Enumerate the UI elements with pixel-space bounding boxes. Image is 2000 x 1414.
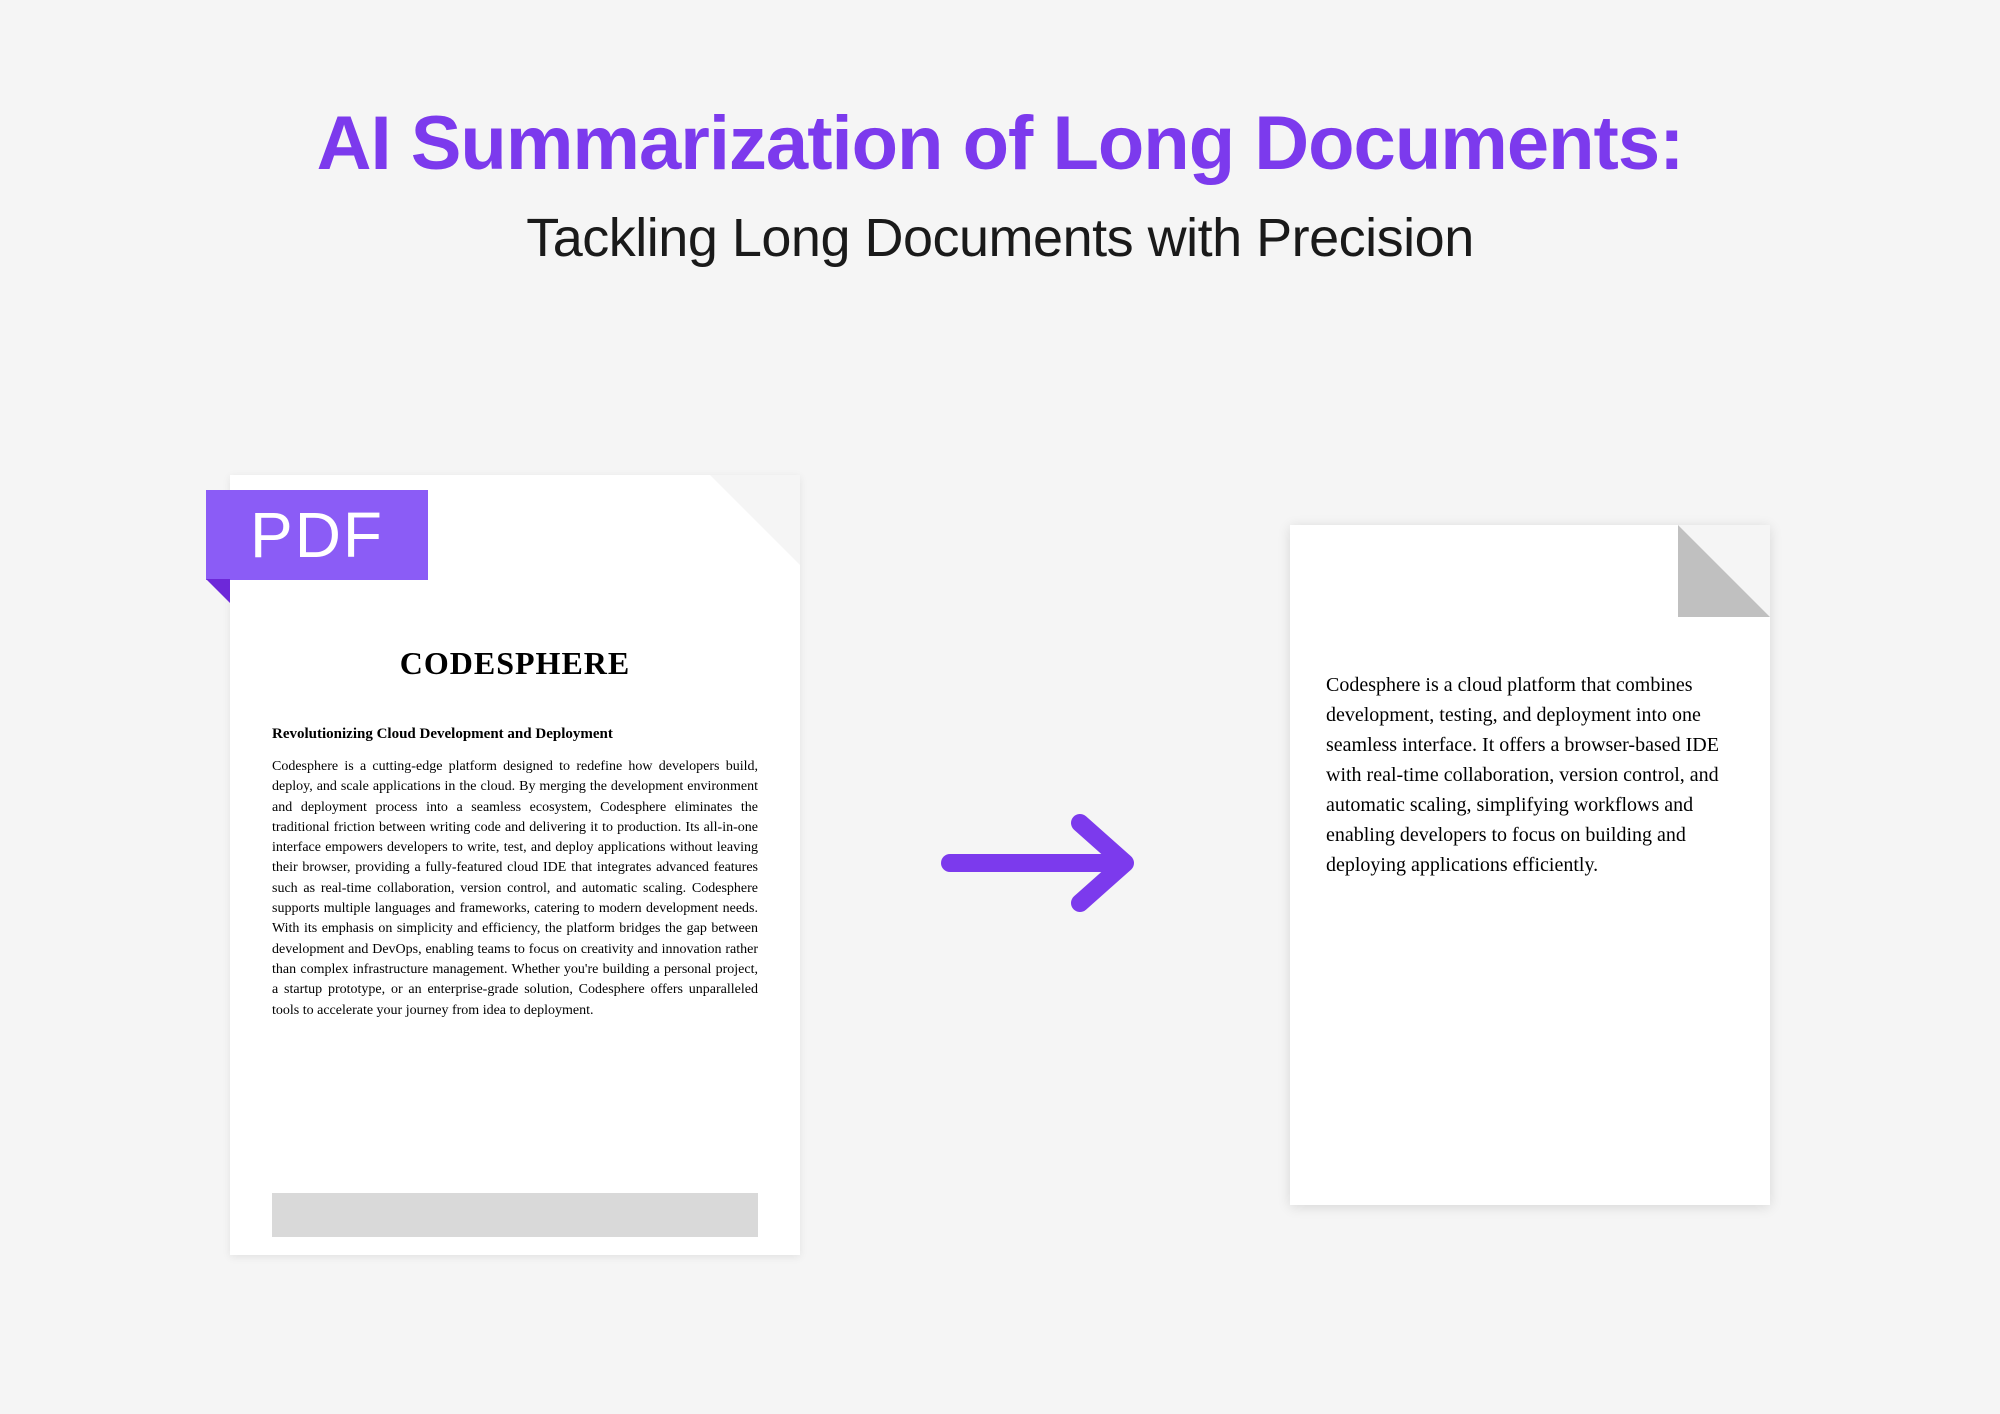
page-corner-fold-icon xyxy=(1678,525,1770,617)
summary-document-card: Codesphere is a cloud platform that comb… xyxy=(1290,525,1770,1205)
source-document-body: Codesphere is a cutting-edge platform de… xyxy=(272,757,758,1021)
source-document-subtitle: Revolutionizing Cloud Development and De… xyxy=(272,726,758,743)
page-title: AI Summarization of Long Documents: xyxy=(0,100,2000,187)
source-document-card: PDF CODESPHERE Revolutionizing Cloud Dev… xyxy=(230,475,800,1255)
header: AI Summarization of Long Documents: Tack… xyxy=(0,0,2000,269)
page-corner-cut xyxy=(710,475,800,565)
arrow-right-icon xyxy=(940,808,1150,923)
summary-text: Codesphere is a cloud platform that comb… xyxy=(1326,670,1734,880)
source-document-title: CODESPHERE xyxy=(272,645,758,682)
source-document-footer-bar xyxy=(272,1193,758,1237)
content-area: PDF CODESPHERE Revolutionizing Cloud Dev… xyxy=(0,475,2000,1255)
page-subtitle: Tackling Long Documents with Precision xyxy=(0,207,2000,269)
pdf-badge: PDF xyxy=(206,490,428,580)
